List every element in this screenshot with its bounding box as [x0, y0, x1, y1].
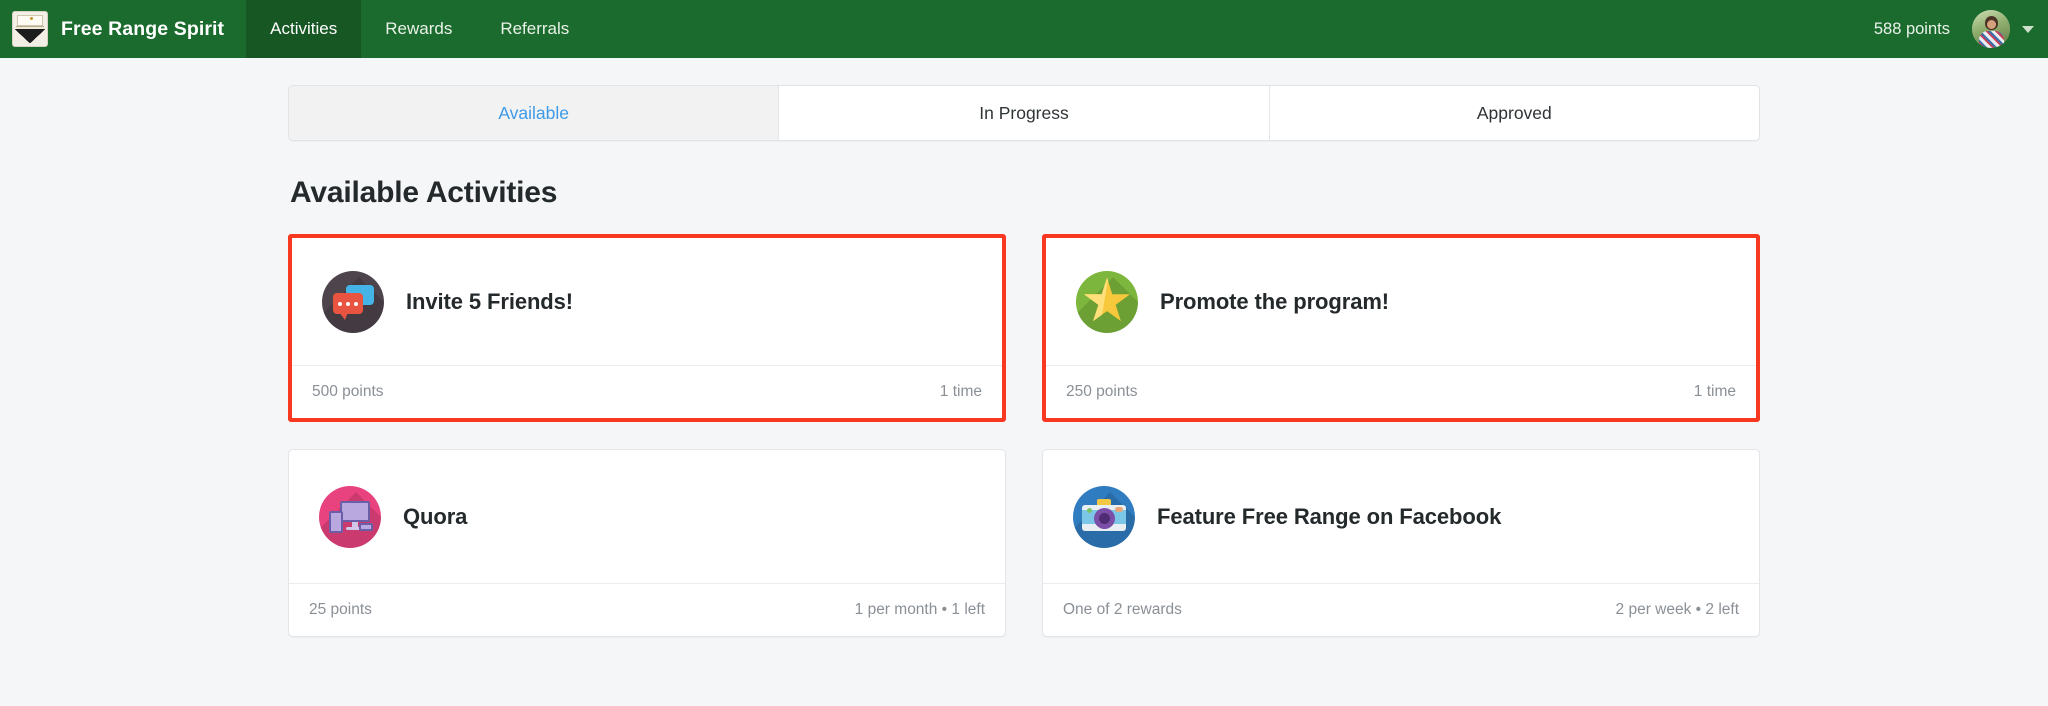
- page-body: Available In Progress Approved Available…: [0, 58, 2048, 637]
- activity-limit: 1 per month • 1 left: [854, 601, 985, 618]
- activity-card-body: Quora: [289, 450, 1005, 583]
- activity-card-quora[interactable]: Quora 25 points 1 per month • 1 left: [288, 449, 1006, 637]
- activity-title: Promote the program!: [1160, 288, 1390, 314]
- points-balance: 588 points: [1873, 19, 1950, 38]
- nav-link-activities[interactable]: Activities: [246, 0, 362, 58]
- star-icon: [1076, 270, 1138, 333]
- activity-card-body: Feature Free Range on Facebook: [1043, 450, 1759, 583]
- nav-link-referrals[interactable]: Referrals: [476, 0, 593, 58]
- chevron-down-icon[interactable]: [2022, 25, 2034, 33]
- activity-card-invite-5-friends[interactable]: Invite 5 Friends! 500 points 1 time: [288, 234, 1006, 422]
- tab-in-progress[interactable]: In Progress: [779, 86, 1270, 140]
- activity-limit: 2 per week • 2 left: [1615, 601, 1739, 618]
- tab-available[interactable]: Available: [289, 86, 780, 140]
- brand-name: Free Range Spirit: [61, 17, 225, 40]
- activity-points: 250 points: [1066, 383, 1138, 400]
- activity-card-footer: 500 points 1 time: [292, 365, 1002, 418]
- activity-title: Quora: [403, 503, 468, 529]
- free-range-spirit-logo-icon: [12, 11, 48, 47]
- activity-card-footer: 25 points 1 per month • 1 left: [289, 583, 1005, 636]
- activity-card-footer: 250 points 1 time: [1046, 365, 1756, 418]
- avatar[interactable]: [1972, 10, 2010, 48]
- activity-title: Feature Free Range on Facebook: [1157, 503, 1502, 529]
- activity-limit: 1 time: [1693, 383, 1736, 400]
- chat-bubbles-icon: [322, 270, 384, 333]
- activity-card-feature-free-range-on-facebook[interactable]: Feature Free Range on Facebook One of 2 …: [1042, 449, 1760, 637]
- activity-card-footer: One of 2 rewards 2 per week • 2 left: [1043, 583, 1759, 636]
- activity-points: 25 points: [309, 601, 372, 618]
- navbar-right: 588 points: [1852, 0, 2048, 58]
- devices-icon: [319, 485, 381, 548]
- brand-home-link[interactable]: Free Range Spirit: [0, 0, 246, 58]
- activities-grid: Invite 5 Friends! 500 points 1 time Prom…: [288, 234, 1760, 637]
- activity-points: One of 2 rewards: [1063, 601, 1182, 618]
- activity-points: 500 points: [312, 383, 384, 400]
- activity-card-body: Promote the program!: [1046, 238, 1756, 365]
- primary-nav: Activities Rewards Referrals: [246, 0, 593, 58]
- nav-link-rewards[interactable]: Rewards: [361, 0, 476, 58]
- camera-icon: [1073, 485, 1135, 548]
- tab-approved[interactable]: Approved: [1269, 86, 1759, 140]
- activity-card-body: Invite 5 Friends!: [292, 238, 1002, 365]
- activity-title: Invite 5 Friends!: [406, 288, 574, 314]
- activity-limit: 1 time: [939, 383, 982, 400]
- activities-tabbar: Available In Progress Approved: [288, 85, 1760, 141]
- activity-card-promote-the-program[interactable]: Promote the program! 250 points 1 time: [1042, 234, 1760, 422]
- page-title: Available Activities: [290, 176, 558, 209]
- top-navbar: Free Range Spirit Activities Rewards Ref…: [0, 0, 2048, 58]
- content-container: Available In Progress Approved Available…: [288, 58, 1760, 637]
